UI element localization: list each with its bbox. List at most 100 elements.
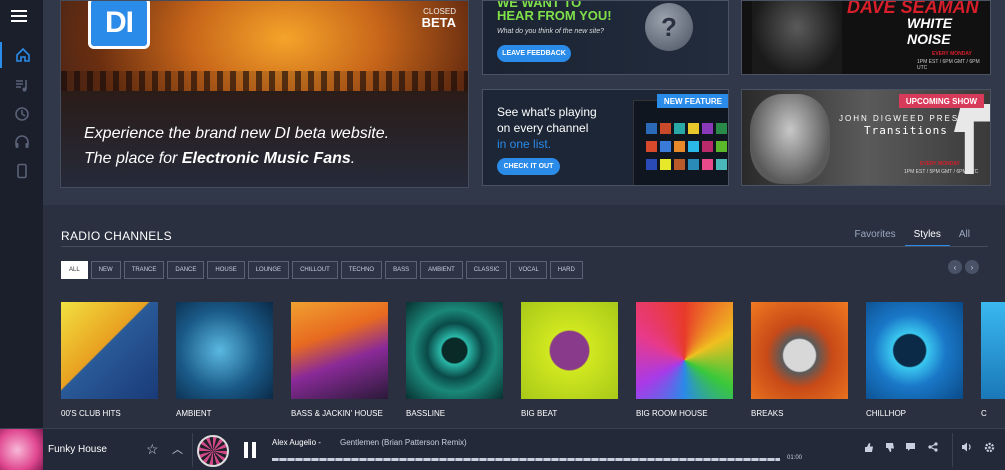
star-icon[interactable]: ☆ — [146, 441, 159, 458]
gear-icon[interactable] — [984, 442, 995, 456]
feature-screenshot — [633, 100, 728, 185]
app-root: DI CLOSED BETA Experience the brand new … — [0, 0, 1005, 470]
feedback-question: What do you think of the new site? — [497, 28, 605, 35]
sidebar — [0, 0, 43, 428]
leave-feedback-button[interactable]: LEAVE FEEDBACK — [497, 45, 571, 62]
show-schedule: EVERY MONDAY — [920, 161, 960, 167]
dj-photo — [752, 1, 842, 74]
channel-art — [866, 302, 963, 399]
tab-favorites[interactable]: Favorites — [846, 229, 905, 247]
carousel-arrows: ‹ › — [948, 260, 979, 274]
comment-icon[interactable] — [905, 442, 916, 455]
show-title: WHITE NOISE — [907, 15, 953, 47]
channel-art — [406, 302, 503, 399]
player-bar: Funky House ☆ ︿ Alex Augelio - Gentlemen… — [0, 428, 1005, 470]
check-it-out-button[interactable]: CHECK IT OUT — [497, 158, 560, 175]
channel-name: 00'S CLUB HITS — [61, 409, 121, 418]
channel-art — [176, 302, 273, 399]
channel-tile[interactable]: CHILLHOP — [866, 302, 963, 418]
filter-classic[interactable]: CLASSIC — [465, 261, 508, 279]
filter-chillout[interactable]: CHILLOUT — [292, 261, 338, 279]
channel-tile[interactable]: BIG ROOM HOUSE — [636, 302, 733, 418]
channel-name: BASS & JACKIN' HOUSE — [291, 409, 383, 418]
channel-tile[interactable]: C — [981, 302, 1005, 418]
divider — [192, 433, 193, 467]
channel-art — [636, 302, 733, 399]
feature-text: See what's playing on every channel in o… — [497, 105, 597, 151]
divider — [61, 246, 988, 247]
track-time: 01:00 — [787, 455, 803, 461]
chevron-up-icon[interactable]: ︿ — [172, 441, 183, 457]
channel-tile[interactable]: AMBIENT — [176, 302, 273, 418]
channel-thumbnail[interactable] — [0, 429, 43, 470]
promo-area: DI CLOSED BETA Experience the brand new … — [43, 0, 1005, 205]
channel-art — [751, 302, 848, 399]
mobile-icon[interactable] — [0, 158, 43, 184]
show-title: Transitions — [864, 124, 948, 137]
tab-styles[interactable]: Styles — [904, 229, 950, 247]
filter-hard[interactable]: HARD — [549, 261, 583, 279]
view-tabs: Favorites Styles All — [846, 229, 979, 247]
filter-lounge[interactable]: LOUNGE — [247, 261, 290, 279]
filter-techno[interactable]: TECHNO — [340, 261, 383, 279]
channel-name: AMBIENT — [176, 409, 212, 418]
channel-tile[interactable]: BASSLINE — [406, 302, 503, 418]
track-artwork — [197, 435, 229, 467]
menu-icon[interactable] — [11, 10, 27, 25]
channel-tile[interactable]: 00'S CLUB HITS — [61, 302, 158, 418]
new-feature-badge: NEW FEATURE — [656, 94, 728, 108]
headphones-icon[interactable] — [0, 129, 43, 155]
filter-vocal[interactable]: VOCAL — [510, 261, 547, 279]
channel-tile[interactable]: BREAKS — [751, 302, 848, 418]
channel-tile[interactable]: BIG BEAT — [521, 302, 618, 418]
question-mark-icon: ? — [645, 3, 693, 51]
thumbs-up-icon[interactable] — [864, 442, 874, 456]
channel-art — [291, 302, 388, 399]
filter-ambient[interactable]: AMBIENT — [420, 261, 463, 279]
home-icon[interactable] — [0, 42, 43, 68]
volume-icon[interactable] — [961, 442, 973, 455]
current-channel[interactable]: Funky House — [48, 444, 107, 455]
channel-name: CHILLHOP — [866, 409, 907, 418]
filter-bass[interactable]: BASS — [385, 261, 418, 279]
divider — [952, 433, 953, 467]
dj-photo — [750, 94, 830, 184]
hero-headline: Experience the brand new DI beta website… — [84, 125, 390, 142]
channel-name: BREAKS — [751, 409, 784, 418]
track-artist: Alex Augelio - — [272, 438, 321, 447]
show-schedule: EVERY MONDAY — [932, 51, 972, 57]
filter-all[interactable]: ALL — [61, 261, 88, 279]
beta-label: BETA — [421, 15, 456, 30]
filter-dance[interactable]: DANCE — [167, 261, 205, 279]
new-feature-card[interactable]: See what's playing on every channel in o… — [482, 89, 729, 186]
channel-art — [981, 302, 1005, 399]
white-noise-card[interactable]: DAVE SEAMAN WHITE NOISE EVERY MONDAY 1PM… — [741, 0, 991, 75]
feedback-card[interactable]: WE WANT TO HEAR FROM YOU! What do you th… — [482, 0, 729, 75]
progress-bar[interactable] — [272, 458, 780, 461]
section-title: RADIO CHANNELS — [61, 229, 172, 243]
history-icon[interactable] — [0, 101, 43, 127]
music-list-icon[interactable] — [0, 73, 43, 99]
hero-subline: The place for Electronic Music Fans. — [84, 150, 356, 167]
filter-new[interactable]: NEW — [90, 261, 121, 279]
upcoming-show-badge: UPCOMING SHOW — [898, 94, 984, 108]
digweed-card[interactable]: JOHN DIGWEED PRESENTS Transitions EVERY … — [741, 89, 991, 186]
channel-name: C — [981, 409, 987, 418]
tab-all[interactable]: All — [950, 229, 979, 247]
channel-name: BASSLINE — [406, 409, 446, 418]
filter-house[interactable]: HOUSE — [207, 261, 245, 279]
track-title: Gentlemen (Brian Patterson Remix) — [340, 438, 467, 447]
pause-icon[interactable] — [243, 442, 257, 458]
style-filters: ALL NEW TRANCE DANCE HOUSE LOUNGE CHILLO… — [61, 261, 583, 279]
share-icon[interactable] — [928, 442, 938, 455]
radio-channels-section: RADIO CHANNELS Favorites Styles All ALL … — [43, 205, 1005, 428]
channel-tile[interactable]: BASS & JACKIN' HOUSE — [291, 302, 388, 418]
thumbs-down-icon[interactable] — [885, 442, 895, 456]
chevron-right-icon[interactable]: › — [965, 260, 979, 274]
hero-banner[interactable]: DI CLOSED BETA Experience the brand new … — [60, 0, 469, 188]
show-times: 1PM EST / 6PM GMT / 6PM UTC — [917, 59, 980, 71]
chevron-left-icon[interactable]: ‹ — [948, 260, 962, 274]
channel-art — [61, 302, 158, 399]
filter-trance[interactable]: TRANCE — [123, 261, 165, 279]
channel-name: BIG BEAT — [521, 409, 558, 418]
